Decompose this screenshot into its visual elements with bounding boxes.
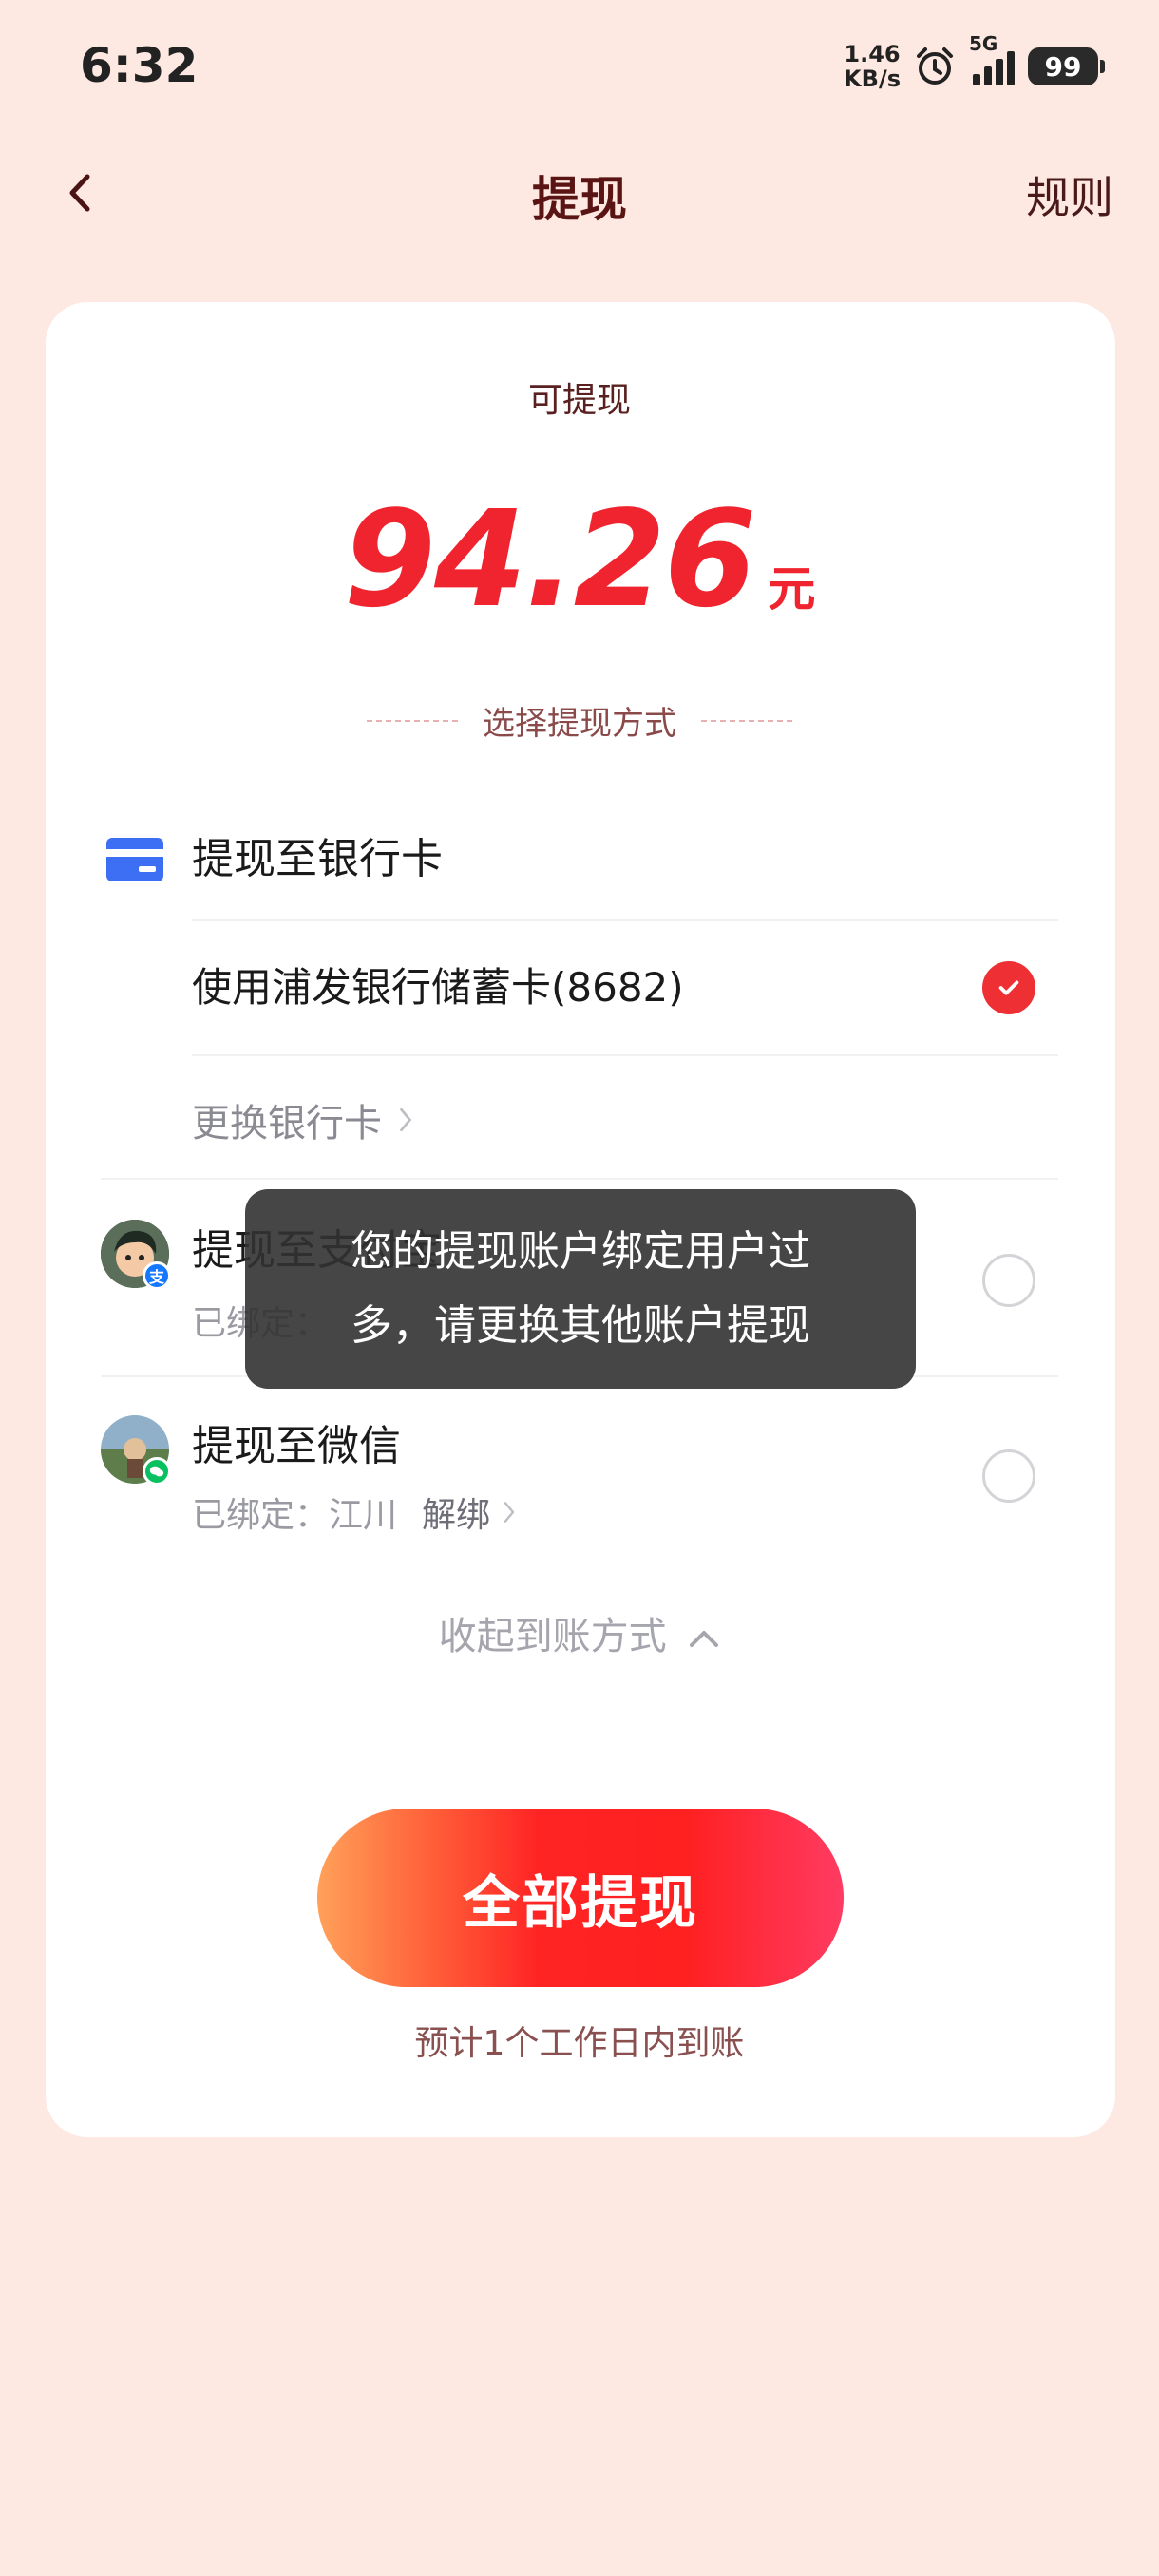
error-toast: 您的提现账户绑定用户过 多，请更换其他账户提现 xyxy=(245,1189,916,1389)
alarm-icon xyxy=(914,46,956,87)
collapse-methods-label: 收起到账方式 xyxy=(438,1615,667,1658)
network-type-label: 5G xyxy=(969,32,998,55)
battery-indicator: 99 xyxy=(1028,47,1105,85)
method-section-header: 选择提现方式 xyxy=(0,697,1159,744)
withdraw-all-button[interactable]: 全部提现 xyxy=(317,1809,844,1987)
wechat-badge-icon xyxy=(142,1457,171,1486)
toast-line-2: 多，请更换其他账户提现 xyxy=(351,1301,810,1350)
amount-value: 94.26 xyxy=(343,483,757,637)
chevron-right-icon xyxy=(504,1502,515,1523)
network-speed: 1.46 KB/s xyxy=(844,42,901,91)
divider xyxy=(192,1054,1058,1056)
bank-card-radio[interactable] xyxy=(982,961,1036,1014)
network-speed-unit: KB/s xyxy=(844,66,901,92)
arrival-estimate-note: 预计1个工作日内到账 xyxy=(414,2024,745,2063)
network-speed-value: 1.46 xyxy=(844,41,901,67)
alipay-badge-icon: 支 xyxy=(142,1261,171,1290)
wechat-unbind-link[interactable]: 解绑 xyxy=(422,1487,490,1537)
change-bank-card-label: 更换银行卡 xyxy=(192,1102,382,1146)
status-indicators: 1.46 KB/s 5G 99 xyxy=(844,32,1105,95)
wechat-radio[interactable] xyxy=(982,1449,1036,1503)
wechat-bound-label: 已绑定： xyxy=(192,1496,330,1535)
wechat-bound-name: 江川 xyxy=(329,1496,398,1535)
available-label: 可提现 xyxy=(527,381,631,420)
change-bank-card-link[interactable]: 更换银行卡 xyxy=(192,1092,414,1147)
bank-card-icon xyxy=(106,838,163,881)
wechat-option-title[interactable]: 提现至微信 xyxy=(192,1411,401,1472)
page-title: 提现 xyxy=(532,172,627,227)
chevron-up-icon xyxy=(690,1631,719,1647)
toast-line-1: 您的提现账户绑定用户过 xyxy=(351,1227,810,1276)
amount-unit: 元 xyxy=(768,561,816,616)
dashed-divider-right xyxy=(701,719,792,722)
divider xyxy=(101,1178,1058,1180)
method-section-title: 选择提现方式 xyxy=(483,705,676,743)
bank-option-title[interactable]: 提现至银行卡 xyxy=(192,824,443,885)
signal-strength-icon: 5G xyxy=(969,32,1015,85)
divider xyxy=(192,919,1058,921)
alipay-radio[interactable] xyxy=(982,1254,1036,1307)
available-amount: 94.26 元 xyxy=(0,483,1159,637)
bank-card-label[interactable]: 使用浦发银行储蓄卡(8682) xyxy=(192,956,684,1013)
collapse-methods-toggle[interactable]: 收起到账方式 xyxy=(0,1605,1159,1660)
chevron-right-icon xyxy=(400,1108,412,1132)
dashed-divider-left xyxy=(367,719,458,722)
status-time: 6:32 xyxy=(80,38,199,93)
rules-link[interactable]: 规则 xyxy=(1026,163,1113,226)
wechat-bound-row: 已绑定： 江川 解绑 xyxy=(192,1487,517,1537)
check-icon xyxy=(998,980,1019,995)
